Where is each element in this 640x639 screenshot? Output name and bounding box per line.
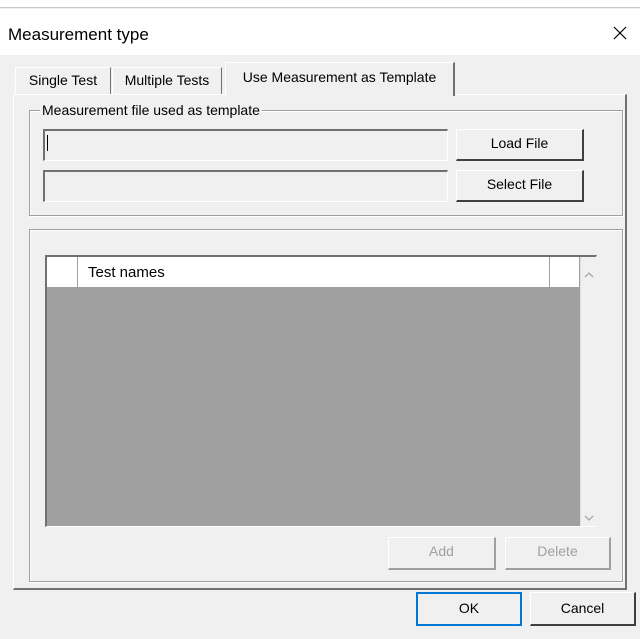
text-caret	[47, 135, 48, 151]
tab-label: Single Test	[28, 72, 98, 88]
template-file-legend: Measurement file used as template	[40, 102, 262, 118]
selected-file-field[interactable]	[43, 170, 448, 202]
tab-label: Multiple Tests	[124, 72, 210, 88]
vertical-scrollbar[interactable]	[580, 257, 597, 526]
background-window-strip	[0, 0, 640, 8]
template-file-path-input[interactable]	[43, 129, 448, 161]
tab-multiple-tests[interactable]: Multiple Tests	[112, 67, 222, 94]
load-file-button[interactable]: Load File	[456, 129, 584, 161]
column-header-filler	[550, 257, 580, 288]
tab-label: Use Measurement as Template	[242, 69, 437, 85]
row-header-corner	[47, 257, 78, 288]
tab-single-test[interactable]: Single Test	[15, 67, 111, 94]
chevron-up-icon[interactable]	[584, 266, 594, 278]
cancel-button[interactable]: Cancel	[530, 592, 636, 626]
chevron-down-icon[interactable]	[584, 509, 594, 521]
tab-use-measurement-as-template[interactable]: Use Measurement as Template	[225, 62, 455, 96]
dialog-title: Measurement type	[8, 25, 149, 44]
column-header-test-names[interactable]: Test names	[78, 257, 550, 288]
delete-button[interactable]: Delete	[505, 537, 611, 570]
select-file-button[interactable]: Select File	[456, 170, 584, 202]
column-header-label: Test names	[88, 264, 165, 281]
dialog-titlebar: Measurement type	[0, 9, 640, 55]
ok-button[interactable]: OK	[416, 592, 522, 626]
test-names-list[interactable]: Test names	[45, 255, 597, 527]
close-icon[interactable]	[606, 19, 634, 47]
add-button[interactable]: Add	[388, 537, 496, 570]
